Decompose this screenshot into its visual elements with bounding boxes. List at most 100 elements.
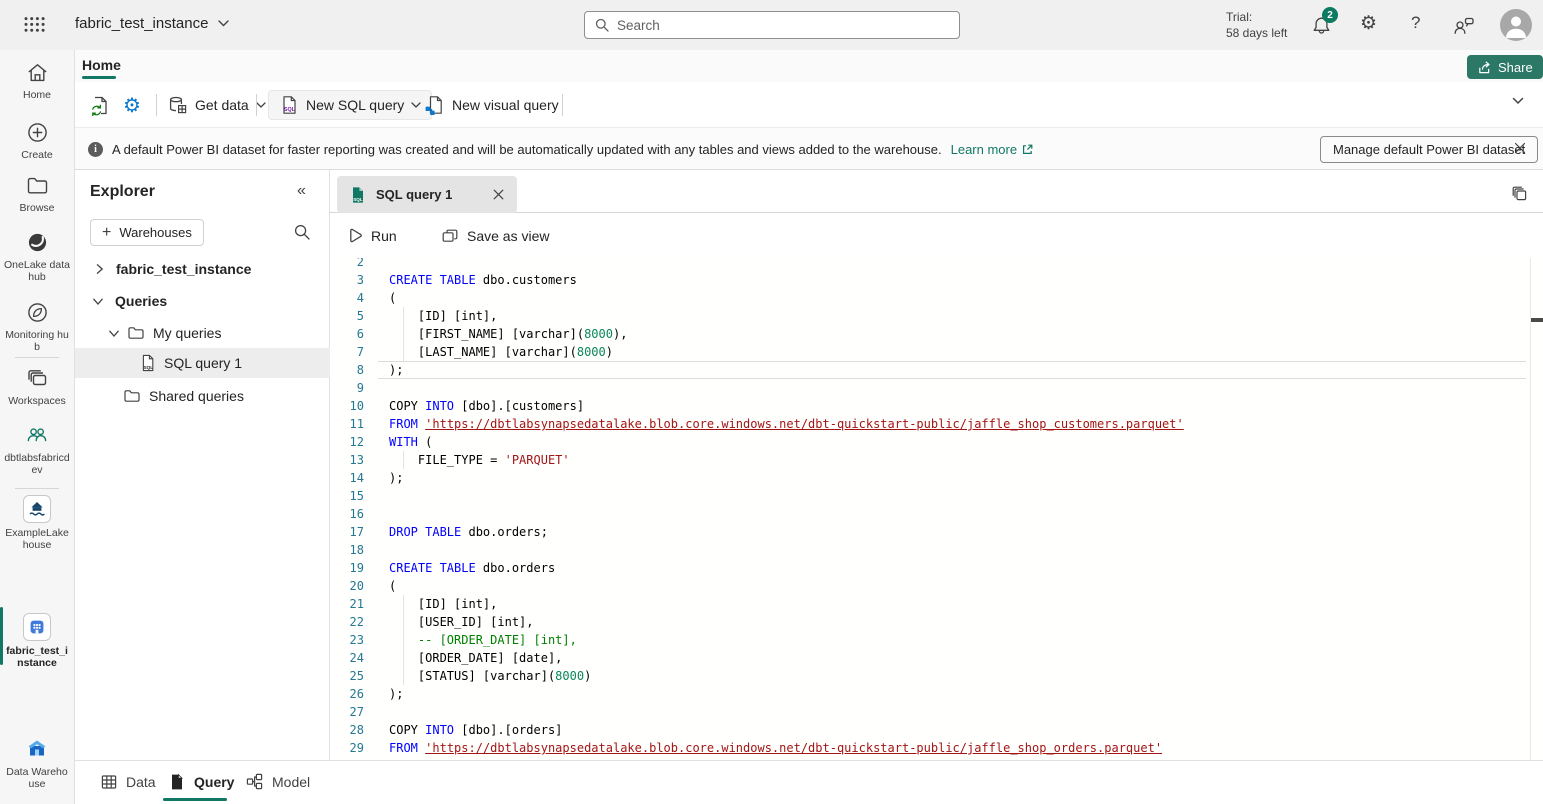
rail-label: Home — [4, 89, 70, 101]
rail-label: Monitoring hub — [4, 329, 70, 353]
code-line[interactable]: 14); — [332, 469, 1528, 487]
line-number: 14 — [332, 469, 364, 487]
code-line[interactable]: 3CREATE TABLE dbo.customers — [332, 271, 1528, 289]
tree-item-queries[interactable]: Queries — [75, 287, 330, 315]
new-visual-query-button[interactable]: New visual query — [424, 82, 559, 128]
line-number: 29 — [332, 739, 364, 757]
code-line[interactable]: 27 — [332, 703, 1528, 721]
code-line[interactable]: 13 FILE_TYPE = 'PARQUET' — [332, 451, 1528, 469]
close-tab-icon[interactable] — [492, 188, 505, 201]
view-tab-label: Model — [272, 774, 310, 790]
settings-gear-blue-icon[interactable]: ⚙ — [123, 82, 141, 128]
line-number: 28 — [332, 721, 364, 739]
code-line[interactable]: 5 [ID] [int], — [332, 307, 1528, 325]
line-number: 3 — [332, 271, 364, 289]
rail-item-workspaces[interactable]: Workspaces — [0, 366, 74, 407]
rail-item-onelake-data-hub[interactable]: OneLake data hub — [0, 230, 74, 283]
new-sql-query-button[interactable]: SQL New SQL query — [268, 90, 432, 120]
code-line[interactable]: 23 -- [ORDER_DATE] [int], — [332, 631, 1528, 649]
editor-overview-ruler[interactable] — [1530, 258, 1531, 760]
share-button[interactable]: Share — [1467, 55, 1543, 79]
code-line[interactable]: 18 — [332, 541, 1528, 559]
ribbon-collapse-chevron[interactable] — [1512, 97, 1524, 105]
refresh-report-button[interactable] — [90, 82, 111, 128]
help-icon[interactable]: ? — [1411, 13, 1420, 33]
code-line[interactable]: 8); — [332, 361, 1528, 379]
code-line[interactable]: 9 — [332, 379, 1528, 397]
sql-code-editor[interactable]: 23CREATE TABLE dbo.customers4(5 [ID] [in… — [330, 258, 1543, 760]
line-number: 19 — [332, 559, 364, 577]
query-tab-sql-query-1[interactable]: SQL SQL query 1 — [337, 176, 517, 213]
code-line[interactable]: 2 — [332, 258, 1528, 271]
rail-item-monitoring-hub[interactable]: Monitoring hub — [0, 300, 74, 353]
app-launcher-icon[interactable] — [23, 16, 46, 33]
code-line[interactable]: 25 [STATUS] [varchar](8000) — [332, 667, 1528, 685]
code-line[interactable]: 15 — [332, 487, 1528, 505]
save-as-view-label: Save as view — [467, 228, 549, 244]
banner-message: A default Power BI dataset for faster re… — [112, 142, 942, 157]
rail-item-examplelakehouse[interactable]: ExampleLakehouse — [0, 495, 74, 551]
explorer-search-icon[interactable] — [293, 223, 311, 241]
settings-gear-icon[interactable]: ⚙ — [1360, 12, 1377, 35]
code-line[interactable]: 22 [USER_ID] [int], — [332, 613, 1528, 631]
code-line[interactable]: 11FROM 'https://dbtlabsynapsedatalake.bl… — [332, 415, 1528, 433]
code-line[interactable]: 29FROM 'https://dbtlabsynapsedatalake.bl… — [332, 739, 1528, 757]
manage-dataset-button[interactable]: Manage default Power BI dataset — [1320, 136, 1538, 163]
learn-more-link[interactable]: Learn more — [951, 142, 1034, 157]
rail-item-browse[interactable]: Browse — [0, 173, 74, 214]
view-tab-data[interactable]: Data — [100, 761, 156, 802]
tree-item-sql-query-1[interactable]: SQL SQL query 1 — [75, 348, 330, 378]
folder-icon — [123, 387, 141, 405]
line-number: 27 — [332, 703, 364, 721]
tree-item-warehouse-instance[interactable]: fabric_test_instance — [75, 255, 330, 283]
banner-close-icon[interactable] — [1513, 141, 1527, 155]
svg-text:SQL: SQL — [284, 107, 296, 113]
rail-item-home[interactable]: Home — [0, 60, 74, 101]
code-line[interactable]: 20( — [332, 577, 1528, 595]
new-visual-query-label: New visual query — [452, 97, 559, 113]
avatar[interactable] — [1500, 9, 1532, 41]
model-diagram-icon — [245, 772, 264, 791]
code-line[interactable]: 4( — [332, 289, 1528, 307]
feedback-icon[interactable] — [1452, 15, 1475, 36]
code-line[interactable]: 28COPY INTO [dbo].[orders] — [332, 721, 1528, 739]
view-tab-query[interactable]: Query — [168, 761, 234, 802]
code-line[interactable]: 24 [ORDER_DATE] [date], — [332, 649, 1528, 667]
code-line[interactable]: 10COPY INTO [dbo].[customers] — [332, 397, 1528, 415]
tree-item-shared-queries[interactable]: Shared queries — [75, 382, 330, 410]
code-line[interactable]: 19CREATE TABLE dbo.orders — [332, 559, 1528, 577]
copy-icon[interactable] — [1511, 185, 1528, 202]
toolbar-divider — [562, 94, 563, 116]
code-line[interactable]: 21 [ID] [int], — [332, 595, 1528, 613]
search-input[interactable] — [584, 11, 960, 39]
code-line[interactable]: 16 — [332, 505, 1528, 523]
code-line[interactable]: 6 [FIRST_NAME] [varchar](8000), — [332, 325, 1528, 343]
collapse-panel-icon[interactable]: « — [297, 182, 306, 200]
add-warehouses-button[interactable]: + Warehouses — [90, 219, 204, 246]
app-root: fabric_test_instance Trial: 58 days left… — [0, 0, 1543, 804]
rail-item-create[interactable]: Create — [0, 120, 74, 161]
editor-toolbar: Run Save as view — [330, 213, 1543, 258]
view-tab-model[interactable]: Model — [245, 761, 310, 802]
line-number: 10 — [332, 397, 364, 415]
code-line[interactable]: 17DROP TABLE dbo.orders; — [332, 523, 1528, 541]
rail-item-fabric-test-instance[interactable]: fabric_test_instance — [0, 613, 74, 669]
line-number: 9 — [332, 379, 364, 397]
get-data-button[interactable]: Get data — [168, 82, 266, 128]
line-number: 2 — [332, 258, 364, 271]
rail-item-dbtlabsfabricdev[interactable]: dbtlabsfabricdev — [0, 422, 74, 476]
tree-item-my-queries[interactable]: My queries — [75, 319, 330, 347]
tab-home[interactable]: Home — [82, 55, 121, 75]
svg-text:SQL: SQL — [353, 197, 363, 202]
run-button[interactable]: Run — [346, 213, 397, 258]
workspace-switcher[interactable]: fabric_test_instance — [75, 15, 229, 32]
rail-item-data-warehouse[interactable]: Data Warehouse — [0, 736, 74, 790]
code-line[interactable]: 26); — [332, 685, 1528, 703]
save-as-view-button[interactable]: Save as view — [441, 213, 549, 258]
trial-status: Trial: 58 days left — [1226, 9, 1287, 41]
line-number: 20 — [332, 577, 364, 595]
active-view-underline — [163, 798, 227, 801]
code-line[interactable]: 7 [LAST_NAME] [varchar](8000) — [332, 343, 1528, 361]
code-line[interactable]: 12WITH ( — [332, 433, 1528, 451]
external-link-icon — [1021, 143, 1034, 156]
